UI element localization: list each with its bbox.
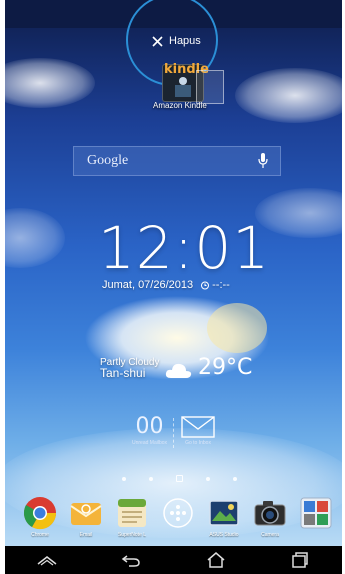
search-brand: Google: [87, 153, 129, 168]
navigation-bar: [5, 546, 342, 574]
recents-icon[interactable]: [282, 547, 318, 573]
mail-divider: [173, 418, 175, 448]
google-search-bar[interactable]: Google: [73, 146, 281, 176]
app-label: SuperNote L: [117, 532, 147, 538]
clock-date: Jumat, 07/26/2013: [102, 279, 194, 291]
email-icon: [70, 503, 102, 525]
supernote-icon: [118, 499, 146, 527]
app-label: Chrome: [31, 532, 49, 538]
go-to-inbox[interactable]: Go to Inbox: [181, 416, 215, 446]
remove-drop-zone[interactable]: Hapus: [152, 28, 201, 54]
app-label: ASUS Studio: [209, 532, 239, 538]
page-dot-active[interactable]: [176, 475, 183, 482]
home-icon[interactable]: [29, 547, 65, 573]
page-dot[interactable]: [233, 476, 237, 481]
close-icon: [152, 35, 163, 47]
weather-location: Tan-shui: [100, 366, 146, 380]
back-icon[interactable]: [113, 547, 149, 573]
alarm-clock-icon: [201, 281, 210, 290]
inbox-label: Go to Inbox: [185, 440, 211, 446]
dock: Chrome Email SuperNote L ASUS Studio Cam…: [5, 496, 342, 544]
microphone-icon[interactable]: [256, 152, 270, 170]
partly-cloudy-icon: [165, 363, 192, 378]
google-folder-icon: [300, 497, 332, 529]
dock-app-asus-studio[interactable]: ASUS Studio: [201, 496, 247, 538]
unread-count: 00: [135, 414, 164, 439]
weather-info[interactable]: Partly Cloudy Tan-shui: [100, 357, 159, 379]
unread-label: Unread Mailbox: [132, 440, 168, 446]
app-drawer-icon: [163, 498, 193, 528]
alarm: --:--: [200, 279, 230, 291]
page-dot[interactable]: [149, 476, 153, 481]
dragged-app-icon[interactable]: kindle: [152, 60, 224, 105]
home-screen: Hapus kindle Amazon Kindle Google 12:01 …: [0, 0, 345, 574]
dragged-app-label: Amazon Kindle: [153, 101, 207, 110]
dock-app-supernote[interactable]: SuperNote L: [109, 496, 155, 538]
date-line: Jumat, 07/26/2013 --:--: [102, 279, 230, 291]
camera-icon: [254, 501, 286, 526]
dock-app-chrome[interactable]: Chrome: [17, 496, 63, 538]
page-dot[interactable]: [122, 476, 126, 481]
dock-app-email[interactable]: Email: [63, 496, 109, 538]
weather-temperature: 29°C: [198, 355, 253, 380]
page-dot[interactable]: [206, 476, 210, 481]
envelope-icon: [181, 416, 215, 438]
alarm-time: --:--: [212, 279, 230, 291]
dock-app-google-folder[interactable]: [293, 496, 339, 532]
app-label: Camera: [261, 532, 279, 538]
dock-app-drawer[interactable]: [155, 496, 201, 532]
chrome-icon: [23, 497, 57, 530]
home-outline-icon[interactable]: [198, 547, 234, 573]
mail-widget[interactable]: 00 Unread Mailbox Go to Inbox: [132, 416, 215, 448]
dock-app-camera[interactable]: Camera: [247, 496, 293, 538]
drag-shadow: [196, 70, 224, 104]
page-indicator: [122, 475, 237, 482]
app-label: Email: [79, 532, 93, 538]
remove-label: Hapus: [169, 35, 201, 47]
clock-time[interactable]: 12:01: [98, 214, 270, 282]
unread-mailbox[interactable]: 00 Unread Mailbox: [132, 414, 168, 447]
asus-studio-icon: [209, 500, 239, 526]
